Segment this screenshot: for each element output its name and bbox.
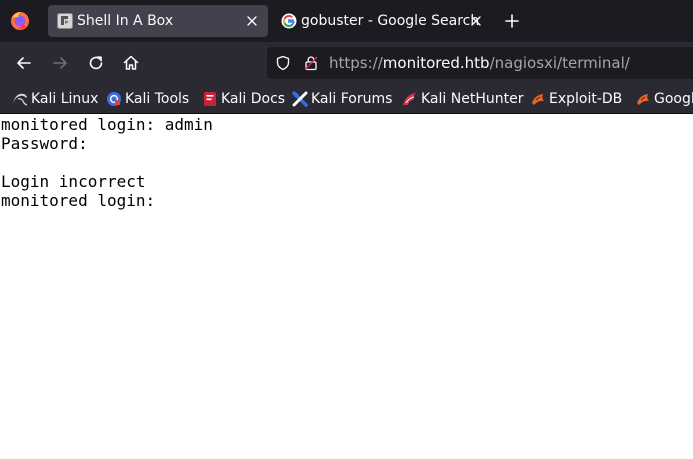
terminal-line: Password: bbox=[1, 134, 88, 153]
reload-icon[interactable] bbox=[86, 53, 106, 73]
kali-tools-icon bbox=[107, 92, 121, 106]
bookmark-label: Google Hacking DB bbox=[654, 91, 693, 107]
url-host: monitored.htb bbox=[382, 54, 490, 72]
new-tab-plus-icon[interactable] bbox=[502, 11, 522, 31]
google-favicon-icon bbox=[281, 13, 297, 29]
bookmark-label: Kali Forums bbox=[311, 91, 393, 107]
kali-forums-icon bbox=[292, 91, 308, 107]
tab-shell-in-a-box[interactable]: Shell In A Box bbox=[48, 5, 268, 37]
bookmark-label: Kali Linux bbox=[31, 91, 99, 107]
url-bar[interactable]: https://monitored.htb/nagiosxi/terminal/ bbox=[267, 47, 693, 79]
terminal-line: Login incorrect bbox=[1, 172, 146, 191]
navigation-toolbar: https://monitored.htb/nagiosxi/terminal/ bbox=[0, 42, 693, 84]
tab-strip: Shell In A Box gobuster - Google Search bbox=[0, 0, 693, 42]
tab-gobuster-search[interactable]: gobuster - Google Search bbox=[272, 5, 488, 37]
url-path: /nagiosxi/terminal/ bbox=[489, 54, 630, 72]
site-security-lock-icon[interactable] bbox=[303, 55, 319, 71]
shellinabox-favicon-icon bbox=[57, 13, 73, 29]
exploit-db-icon bbox=[532, 94, 544, 105]
kali-docs-icon bbox=[204, 92, 216, 106]
tab-title: gobuster - Google Search bbox=[301, 13, 480, 29]
bookmark-label: Kali NetHunter bbox=[421, 91, 524, 107]
url-text[interactable]: https://monitored.htb/nagiosxi/terminal/ bbox=[329, 54, 630, 72]
kali-nethunter-icon bbox=[403, 93, 416, 105]
bookmark-label: Kali Docs bbox=[221, 91, 286, 107]
bookmark-label: Kali Tools bbox=[125, 91, 190, 107]
close-tab-icon[interactable] bbox=[468, 13, 484, 29]
tab-title: Shell In A Box bbox=[77, 13, 174, 29]
firefox-logo-icon[interactable] bbox=[8, 9, 32, 33]
kali-dragon-icon bbox=[13, 93, 28, 106]
home-icon[interactable] bbox=[121, 53, 141, 73]
bookmark-label: Exploit-DB bbox=[549, 91, 623, 107]
browser-window: Shell In A Box gobuster - Google Search bbox=[0, 0, 693, 459]
ghdb-icon bbox=[637, 94, 649, 105]
tracking-protection-shield-icon[interactable] bbox=[275, 55, 291, 71]
shellinabox-terminal[interactable]: monitored login: admin Password: Login i… bbox=[0, 115, 693, 459]
terminal-line[interactable]: monitored login: bbox=[1, 191, 155, 210]
url-scheme: https:// bbox=[329, 54, 383, 72]
back-arrow-icon[interactable] bbox=[14, 53, 34, 73]
bookmarks-toolbar: Kali Linux Kali Tools Kali Docs Kali For… bbox=[0, 84, 693, 114]
terminal-line: monitored login: admin bbox=[1, 115, 213, 134]
forward-arrow-icon[interactable] bbox=[50, 53, 70, 73]
close-tab-icon[interactable] bbox=[244, 13, 260, 29]
